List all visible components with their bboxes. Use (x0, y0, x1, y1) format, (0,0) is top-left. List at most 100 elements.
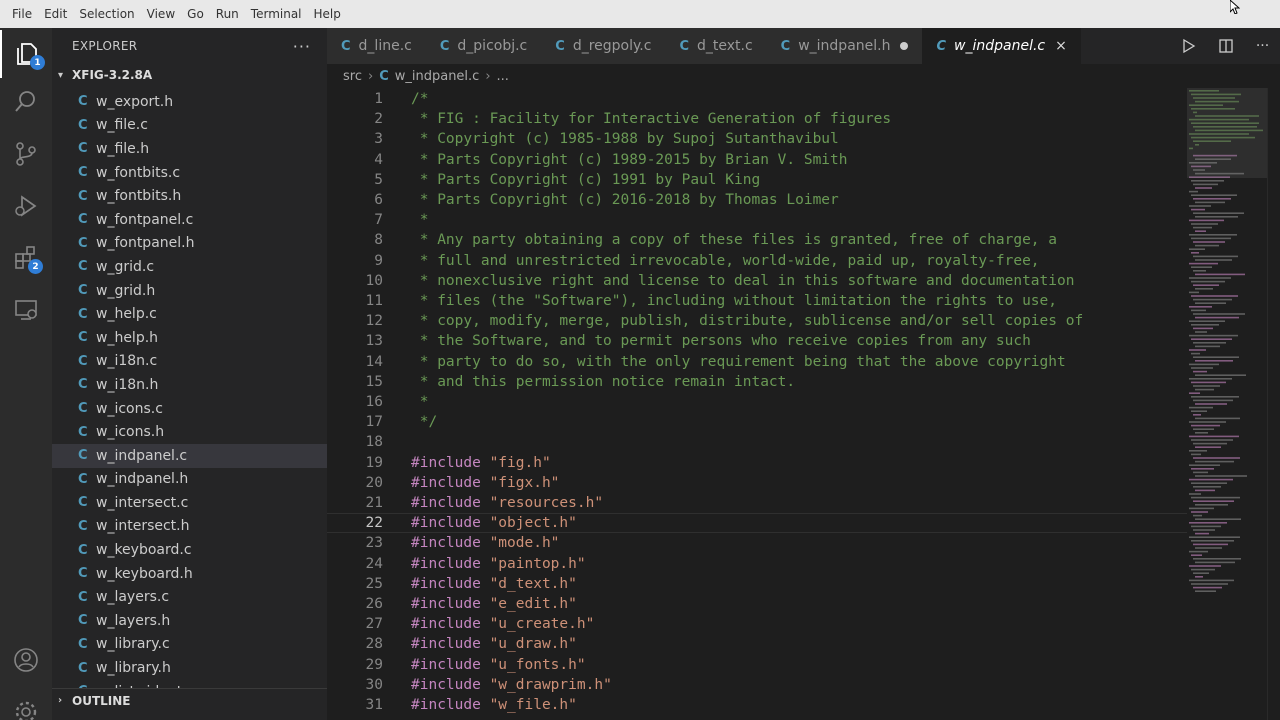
file-item[interactable]: Cw_indpanel.h (52, 468, 327, 492)
file-item[interactable]: Cw_icons.c (52, 397, 327, 421)
file-item[interactable]: Cw_intersect.c (52, 491, 327, 515)
file-item[interactable]: Cw_intersect.h (52, 515, 327, 539)
file-item[interactable]: Cw_grid.h (52, 279, 327, 303)
file-item[interactable]: Cw_layers.h (52, 609, 327, 633)
code-line[interactable]: 18 (327, 432, 1187, 452)
breadcrumb-file[interactable]: w_indpanel.c (395, 69, 480, 84)
code-line[interactable]: 19 #include "fig.h" (327, 453, 1187, 473)
code-line[interactable]: 23 #include "mode.h" (327, 533, 1187, 553)
comment-text: * Copyright (c) 1985-1988 by Supoj Sutan… (411, 131, 839, 148)
menu-edit[interactable]: Edit (38, 7, 73, 21)
editor-tab[interactable]: Cd_line.c (327, 28, 426, 64)
breadcrumb-folder[interactable]: src (343, 69, 362, 84)
code-line[interactable]: 28 #include "u_draw.h" (327, 634, 1187, 654)
editor-tab[interactable]: Cd_picobj.c (425, 28, 542, 64)
code-line[interactable]: 14 * party to do so, with the only requi… (327, 352, 1187, 372)
minimap-line (1195, 216, 1238, 218)
file-item[interactable]: Cw_library.h (52, 656, 327, 680)
search-activity[interactable] (0, 78, 52, 126)
code-line[interactable]: 26 #include "e_edit.h" (327, 594, 1187, 614)
file-item[interactable]: Cw_i18n.c (52, 350, 327, 374)
file-item[interactable]: Cw_grid.c (52, 255, 327, 279)
run-debug-activity[interactable] (0, 182, 52, 230)
editor-tab[interactable]: Cd_regpoly.c (541, 28, 666, 64)
menu-terminal[interactable]: Terminal (245, 7, 308, 21)
minimap-slider[interactable] (1187, 88, 1267, 178)
code-editor[interactable]: 1 /* 2 * FIG : Facility for Interactive Ge… (327, 88, 1187, 720)
file-item[interactable]: Cw_layers.c (52, 585, 327, 609)
code-line[interactable]: 6 * Parts Copyright (c) 2016-2018 by Tho… (327, 190, 1187, 210)
code-line[interactable]: 17 */ (327, 412, 1187, 432)
code-line[interactable]: 2 * FIG : Facility for Interactive Gener… (327, 109, 1187, 129)
file-item[interactable]: Cw_fontpanel.h (52, 232, 327, 256)
code-line[interactable]: 29 #include "u_fonts.h" (327, 655, 1187, 675)
code-line[interactable]: 21 #include "resources.h" (327, 493, 1187, 513)
code-line[interactable]: 5 * Parts Copyright (c) 1991 by Paul Kin… (327, 170, 1187, 190)
c-file-icon: C (78, 259, 88, 275)
file-item[interactable]: Cw_fontbits.h (52, 184, 327, 208)
accounts-activity[interactable] (0, 636, 52, 684)
close-tab-icon[interactable]: × (1055, 38, 1067, 54)
code-line[interactable]: 7 * (327, 210, 1187, 230)
code-line[interactable]: 8 * Any party obtaining a copy of these … (327, 230, 1187, 250)
editor-tab[interactable]: Cw_indpanel.h (766, 28, 923, 64)
editor-actions: ··· (1170, 28, 1280, 64)
c-file-icon: C (78, 401, 88, 417)
code-line[interactable]: 3 * Copyright (c) 1985-1988 by Supoj Sut… (327, 129, 1187, 149)
code-line[interactable]: 11 * files (the "Software"), including w… (327, 291, 1187, 311)
code-line[interactable]: 9 * full and unrestricted irrevocable, w… (327, 251, 1187, 271)
extensions-activity[interactable]: 2 (0, 234, 52, 282)
menu-go[interactable]: Go (181, 7, 210, 21)
minimap-line (1189, 190, 1198, 193)
editor-tab[interactable]: Cw_indpanel.c × (922, 28, 1081, 64)
file-item[interactable]: Cw_export.h (52, 90, 327, 114)
remote-explorer-activity[interactable] (0, 286, 52, 334)
file-item[interactable]: Cw_fontbits.c (52, 161, 327, 185)
code-line[interactable]: 16 * (327, 392, 1187, 412)
menu-help[interactable]: Help (308, 7, 347, 21)
file-item[interactable]: Cw_library.c (52, 633, 327, 657)
minimap[interactable] (1187, 88, 1267, 720)
file-item[interactable]: Cw_help.c (52, 302, 327, 326)
file-item[interactable]: Cw_fontpanel.c (52, 208, 327, 232)
explorer-activity[interactable]: 1 (0, 30, 52, 78)
code-line[interactable]: 10 * nonexclusive right and license to d… (327, 271, 1187, 291)
manage-activity[interactable] (0, 688, 52, 720)
code-line[interactable]: 13 * the Software, and to permit persons… (327, 331, 1187, 351)
code-line[interactable]: 1 /* (327, 89, 1187, 109)
editor-more-actions-icon[interactable]: ··· (1256, 38, 1269, 54)
file-item[interactable]: Cw_icons.h (52, 420, 327, 444)
menu-view[interactable]: View (141, 7, 181, 21)
code-line[interactable]: 30 #include "w_drawprim.h" (327, 675, 1187, 695)
code-line[interactable]: 12 * copy, modify, merge, publish, distr… (327, 311, 1187, 331)
workspace-folder[interactable]: ▾ XFIG-3.2.8A (52, 64, 327, 86)
file-item[interactable]: Cw_keyboard.c (52, 538, 327, 562)
code-line[interactable]: 20 #include "figx.h" (327, 473, 1187, 493)
unsaved-dot-icon[interactable] (900, 42, 909, 50)
code-line[interactable]: 4 * Parts Copyright (c) 1989-2015 by Bri… (327, 150, 1187, 170)
breadcrumb-symbols[interactable]: ... (497, 69, 509, 84)
code-line[interactable]: 25 #include "d_text.h" (327, 574, 1187, 594)
more-actions-icon[interactable]: ··· (293, 37, 311, 56)
editor-tab[interactable]: Cd_text.c (665, 28, 767, 64)
code-line[interactable]: 27 #include "u_create.h" (327, 614, 1187, 634)
file-item[interactable]: Cw_i18n.h (52, 373, 327, 397)
code-line[interactable]: 22 #include "object.h" (327, 513, 1187, 534)
file-item[interactable]: Cw_help.h (52, 326, 327, 350)
split-editor-icon[interactable] (1218, 38, 1234, 54)
code-line[interactable]: 15 * and this permission notice remain i… (327, 372, 1187, 392)
file-item[interactable]: Cw_file.h (52, 137, 327, 161)
menu-selection[interactable]: Selection (73, 7, 140, 21)
c-file-icon: C (78, 330, 88, 346)
file-item[interactable]: Cw_indpanel.c (52, 443, 327, 468)
menu-file[interactable]: File (6, 7, 38, 21)
outline-section[interactable]: › OUTLINE (52, 688, 327, 712)
run-icon[interactable] (1181, 38, 1197, 54)
code-line[interactable]: 31 #include "w_file.h" (327, 695, 1187, 715)
menu-run[interactable]: Run (210, 7, 245, 21)
file-item[interactable]: Cw_file.c (52, 114, 327, 138)
file-item[interactable]: Cw_keyboard.h (52, 562, 327, 586)
vertical-scrollbar[interactable] (1267, 88, 1280, 720)
code-line[interactable]: 24 #include "paintop.h" (327, 554, 1187, 574)
source-control-activity[interactable] (0, 130, 52, 178)
